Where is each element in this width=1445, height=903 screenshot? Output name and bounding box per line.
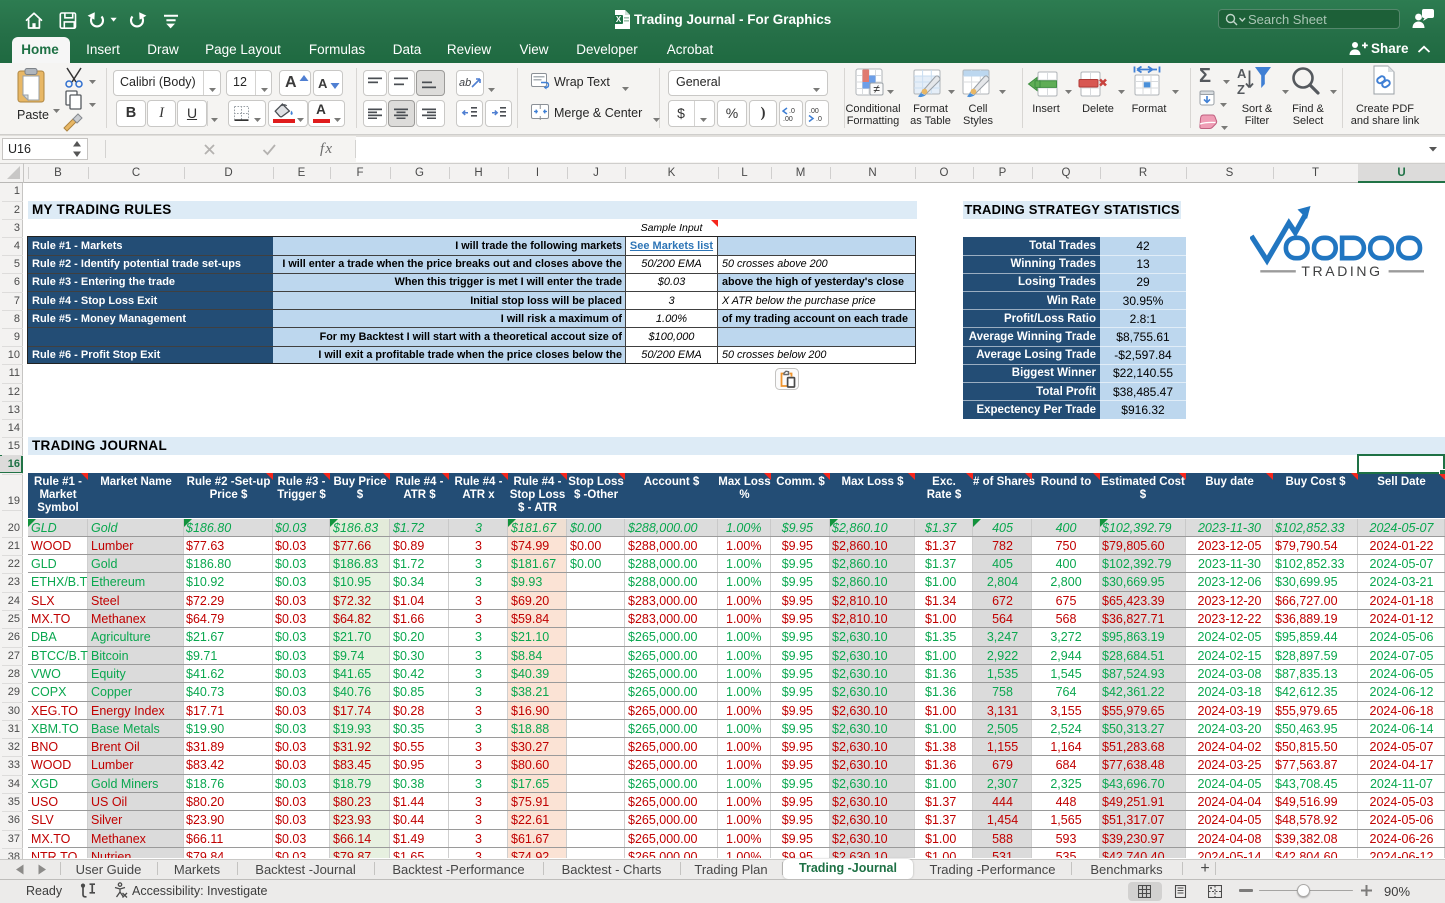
svg-text:Z: Z	[1237, 82, 1245, 97]
svg-text:.0: .0	[816, 116, 822, 123]
svg-text:X: X	[616, 15, 622, 24]
svg-text:≠: ≠	[873, 82, 880, 96]
svg-text:.0: .0	[789, 108, 795, 115]
svg-text:A: A	[1237, 66, 1247, 81]
svg-text:TRADING: TRADING	[1301, 263, 1382, 279]
svg-text:.00: .00	[783, 116, 793, 123]
svg-text:.00: .00	[809, 108, 819, 115]
